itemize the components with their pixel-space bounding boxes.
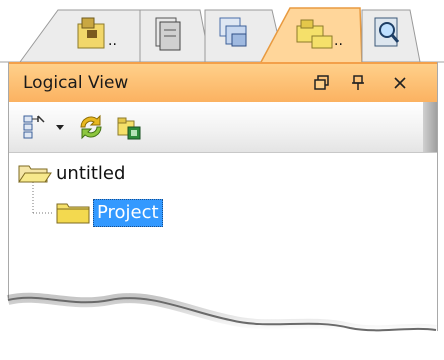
close-button[interactable] (387, 70, 413, 96)
new-folder-button[interactable] (113, 112, 145, 142)
tree-view-dropdown[interactable] (51, 112, 69, 142)
tab-1-label: .. (108, 33, 117, 49)
tree-view-icon (23, 115, 45, 139)
restore-button[interactable] (309, 70, 335, 96)
refresh-button[interactable] (75, 112, 107, 142)
panel-title-bar: Logical View (9, 62, 437, 102)
dropdown-arrow-icon (56, 125, 64, 130)
tree-node-project-label: Project (93, 199, 163, 227)
restore-icon (314, 75, 329, 90)
tree-node-root[interactable]: untitled (17, 161, 128, 187)
project-tree: untitled Project (9, 153, 437, 360)
panel-toolbar (9, 102, 437, 153)
tree-view-button[interactable] (19, 112, 51, 142)
tab-strip (0, 7, 444, 65)
magnifier-icon (374, 17, 400, 47)
tab-4-label: .. (334, 33, 343, 49)
logical-view-panel: Logical View untitled Project (8, 62, 438, 360)
pin-icon (352, 75, 364, 90)
pin-button[interactable] (345, 70, 371, 96)
toolbar-grip[interactable] (423, 102, 437, 152)
tree-node-root-label: untitled (56, 163, 126, 184)
close-icon (394, 77, 406, 89)
new-folder-icon (117, 117, 141, 140)
logical-view-screenshot: .. .. Logical View untitled Project (0, 0, 444, 360)
panel-title: Logical View (23, 73, 129, 93)
refresh-icon (80, 114, 102, 140)
folder-icon (56, 203, 90, 224)
open-folder-icon (18, 165, 52, 183)
tree-node-project[interactable]: Project (53, 199, 163, 227)
document-stack-icon (155, 17, 181, 51)
